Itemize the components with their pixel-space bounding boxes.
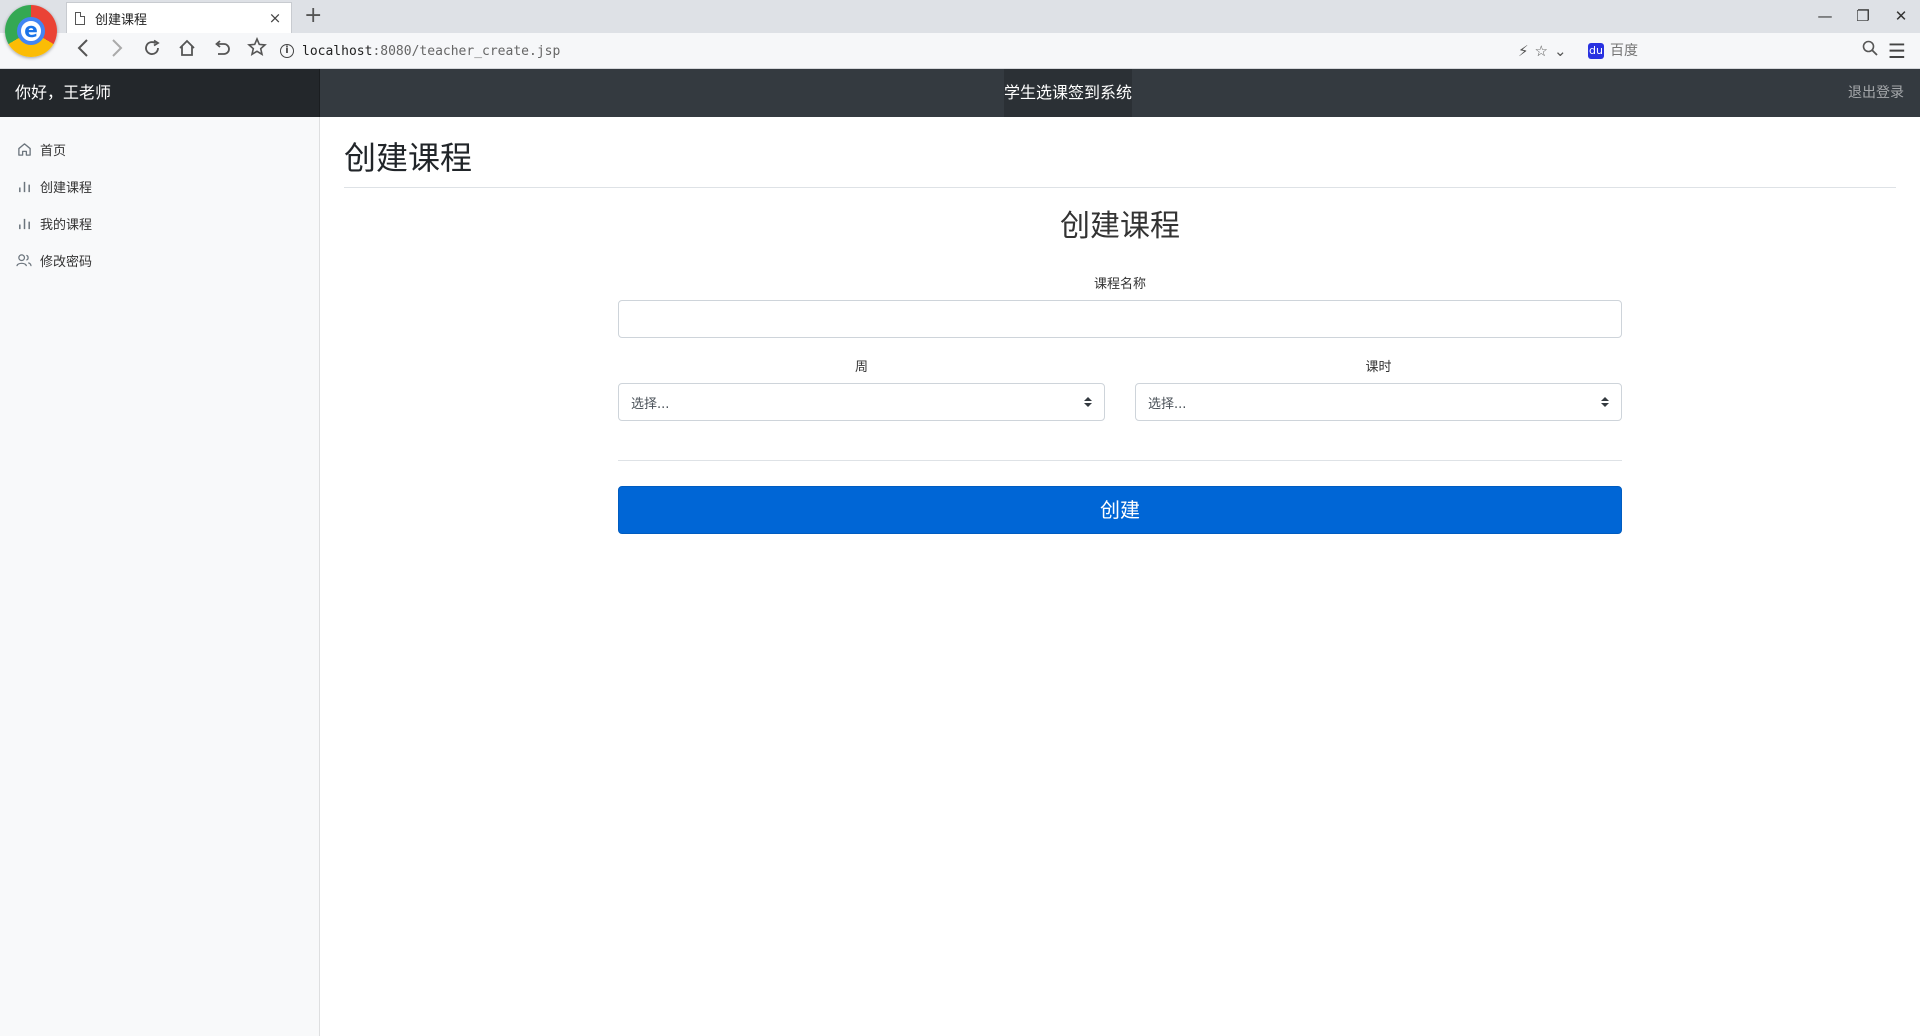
search-icon[interactable] <box>1862 40 1878 60</box>
sidebar-item-label: 首页 <box>40 144 67 159</box>
close-window-button[interactable]: ✕ <box>1882 0 1920 33</box>
back-icon[interactable] <box>68 33 98 69</box>
users-icon <box>16 253 32 269</box>
week-select[interactable]: 选择... <box>618 383 1105 421</box>
hours-select[interactable]: 选择... <box>1135 383 1622 421</box>
app-header: 你好，王老师 学生选课签到系统 退出登录 <box>0 69 1920 117</box>
sidebar-item-create-course[interactable]: 创建课程 <box>0 168 320 205</box>
menu-icon[interactable]: ☰ <box>1888 33 1906 69</box>
window-controls: — ❐ ✕ <box>1806 0 1920 33</box>
restore-button[interactable]: ❐ <box>1844 0 1882 33</box>
forward-icon[interactable] <box>102 33 132 69</box>
hours-label: 课时 <box>1365 360 1392 375</box>
sidebar-item-label: 我的课程 <box>40 218 93 233</box>
form-divider <box>618 460 1622 461</box>
form-title: 创建课程 <box>1060 209 1180 244</box>
create-button[interactable]: 创建 <box>618 486 1622 534</box>
home-page-icon[interactable] <box>172 33 202 69</box>
sidebar-item-change-password[interactable]: 修改密码 <box>0 242 320 279</box>
sidebar: 首页 创建课程 我的课程 修改密码 <box>0 117 320 1036</box>
address-bar[interactable]: i localhost:8080/teacher_create.jsp <box>280 37 1580 65</box>
select-caret-icon <box>1084 396 1092 408</box>
bookmark-star-icon[interactable] <box>242 33 272 69</box>
browser-tab[interactable]: 创建课程 × <box>66 2 292 33</box>
document-icon <box>75 11 85 25</box>
sidebar-item-label: 创建课程 <box>40 181 93 196</box>
browser-toolbar: i localhost:8080/teacher_create.jsp ⚡ ☆ … <box>0 33 1920 69</box>
week-label: 周 <box>854 360 868 375</box>
system-title[interactable]: 学生选课签到系统 <box>1004 69 1132 117</box>
bar-chart-icon <box>16 179 32 195</box>
info-icon[interactable]: i <box>280 44 294 58</box>
select-caret-icon <box>1601 396 1609 408</box>
lightning-icon[interactable]: ⚡ <box>1518 42 1529 60</box>
chevron-down-icon[interactable]: ⌄ <box>1554 42 1567 60</box>
browser-tab-title: 创建课程 <box>95 12 148 28</box>
favorite-star-icon[interactable]: ☆ <box>1535 42 1548 60</box>
course-name-label: 课程名称 <box>1093 277 1146 292</box>
browser-logo-icon[interactable]: e <box>5 5 57 57</box>
hours-select-value: 选择... <box>1148 396 1187 412</box>
title-divider <box>344 187 1896 188</box>
new-tab-button[interactable]: + <box>304 4 322 28</box>
sidebar-item-home[interactable]: 首页 <box>0 131 320 168</box>
logout-link[interactable]: 退出登录 <box>1848 69 1904 117</box>
course-name-input[interactable] <box>618 300 1622 338</box>
main-content: 创建课程 创建课程 课程名称 周 选择... 课时 选择... 创建 <box>344 117 1896 1036</box>
home-icon <box>16 142 32 158</box>
url-text[interactable]: localhost:8080/teacher_create.jsp <box>302 44 560 59</box>
week-select-value: 选择... <box>631 396 670 412</box>
address-bar-actions: ⚡ ☆ ⌄ <box>1518 33 1567 69</box>
sidebar-item-label: 修改密码 <box>40 255 93 270</box>
minimize-button[interactable]: — <box>1806 0 1844 33</box>
close-tab-icon[interactable]: × <box>267 9 283 27</box>
page-title: 创建课程 <box>344 139 473 177</box>
baidu-icon: du <box>1588 43 1604 59</box>
sidebar-item-my-courses[interactable]: 我的课程 <box>0 205 320 242</box>
user-greeting: 你好，王老师 <box>0 69 320 117</box>
reload-icon[interactable] <box>137 33 167 69</box>
search-box[interactable]: du <box>1588 38 1878 64</box>
search-input[interactable] <box>1610 43 1830 59</box>
undo-icon[interactable] <box>207 33 237 69</box>
bar-chart-icon <box>16 216 32 232</box>
browser-tab-bar: 创建课程 × + — ❐ ✕ <box>0 0 1920 33</box>
